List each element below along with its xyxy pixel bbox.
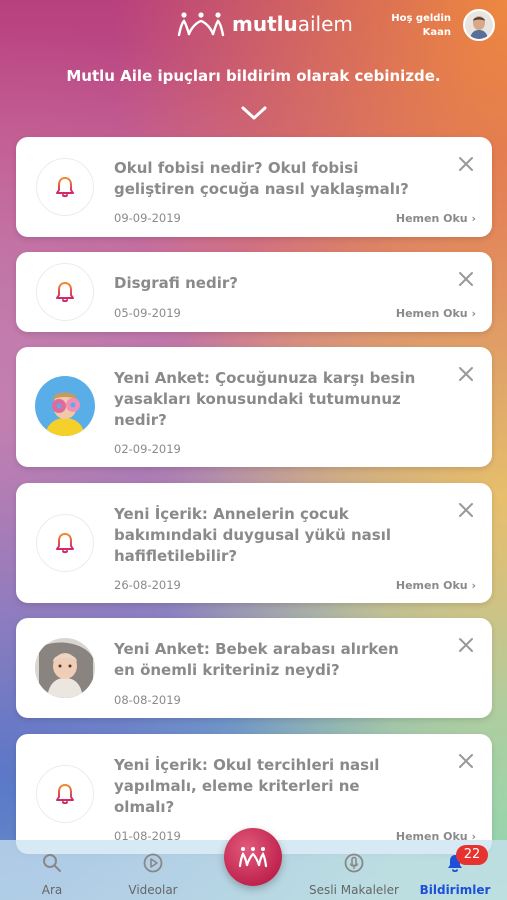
tagline: Mutlu Aile ipuçları bildirim olarak cebi… [66,67,441,85]
notification-date: 05-09-2019 [114,306,181,320]
close-icon[interactable] [458,637,474,653]
welcome-username: Kaan [422,27,451,38]
baby-stroller-photo [35,638,95,698]
search-icon [43,854,61,872]
family-logo-icon [177,12,225,37]
notification-date: 08-08-2019 [114,693,181,707]
nav-notifications-label: Bildirimler [419,883,491,897]
play-icon [143,853,163,873]
notification-title[interactable]: Yeni İçerik: Okul tercihleri nasıl yapıl… [114,755,422,818]
notification-title[interactable]: Yeni Anket: Çocuğunuza karşı besin yasak… [114,368,422,431]
microphone-icon [344,853,364,873]
user-avatar[interactable] [463,9,495,41]
welcome-greeting: Hoş geldin [391,13,451,24]
user-photo-icon [465,11,493,39]
notification-card[interactable]: Yeni Anket: Bebek arabası alırken en öne… [16,618,492,718]
family-logo-icon [238,847,268,868]
bell-icon [56,784,74,805]
close-icon[interactable] [458,156,474,172]
notification-date: 09-09-2019 [114,211,181,225]
notification-card[interactable]: Yeni Anket: Çocuğunuza karşı besin yasak… [16,347,492,467]
close-icon[interactable] [458,366,474,382]
notification-title[interactable]: Yeni Anket: Bebek arabası alırken en öne… [114,639,422,681]
logo-wordmark: mutluailem [232,12,353,36]
notification-card[interactable]: Disgrafi nedir? 05-09-2019 Hemen Oku › [16,252,492,332]
nav-videos[interactable]: Videolar [103,840,203,900]
notification-title[interactable]: Okul fobisi nedir? Okul fobisi geliştire… [114,158,422,200]
nav-search[interactable]: Ara [2,840,102,900]
read-now-link[interactable]: Hemen Oku › [396,212,476,225]
close-icon[interactable] [458,753,474,769]
app-logo[interactable]: mutluailem [176,10,353,38]
nav-audio-articles[interactable]: Sesli Makaleler [304,840,404,900]
app-header: mutluailem Hoş geldin Kaan [0,0,507,60]
close-icon[interactable] [458,271,474,287]
notification-icon-circle [36,514,94,572]
nav-audio-label: Sesli Makaleler [309,883,399,897]
welcome-text: Hoş geldin Kaan [391,12,451,40]
notification-icon-circle [36,765,94,823]
notification-count-badge: 22 [456,845,488,865]
read-now-link[interactable]: Hemen Oku › [396,307,476,320]
read-now-link[interactable]: Hemen Oku › [396,579,476,592]
chevron-down-icon[interactable] [240,104,268,122]
notification-date: 02-09-2019 [114,442,181,456]
notification-date: 26-08-2019 [114,578,181,592]
notification-card[interactable]: Okul fobisi nedir? Okul fobisi geliştire… [16,137,492,237]
close-icon[interactable] [458,502,474,518]
bell-icon [56,533,74,554]
nav-search-label: Ara [41,883,63,897]
notification-icon-circle [36,158,94,216]
notification-title[interactable]: Disgrafi nedir? [114,273,422,294]
child-donut-photo [35,376,95,436]
bell-icon [56,177,74,198]
home-logo-button[interactable] [224,828,282,886]
nav-notifications[interactable]: Bildirimler [405,840,505,900]
notification-title[interactable]: Yeni İçerik: Annelerin çocuk bakımındaki… [114,504,422,567]
notification-card[interactable]: Yeni İçerik: Annelerin çocuk bakımındaki… [16,483,492,603]
notification-icon-circle [36,263,94,321]
nav-videos-label: Videolar [128,883,178,897]
bell-icon [56,282,74,303]
